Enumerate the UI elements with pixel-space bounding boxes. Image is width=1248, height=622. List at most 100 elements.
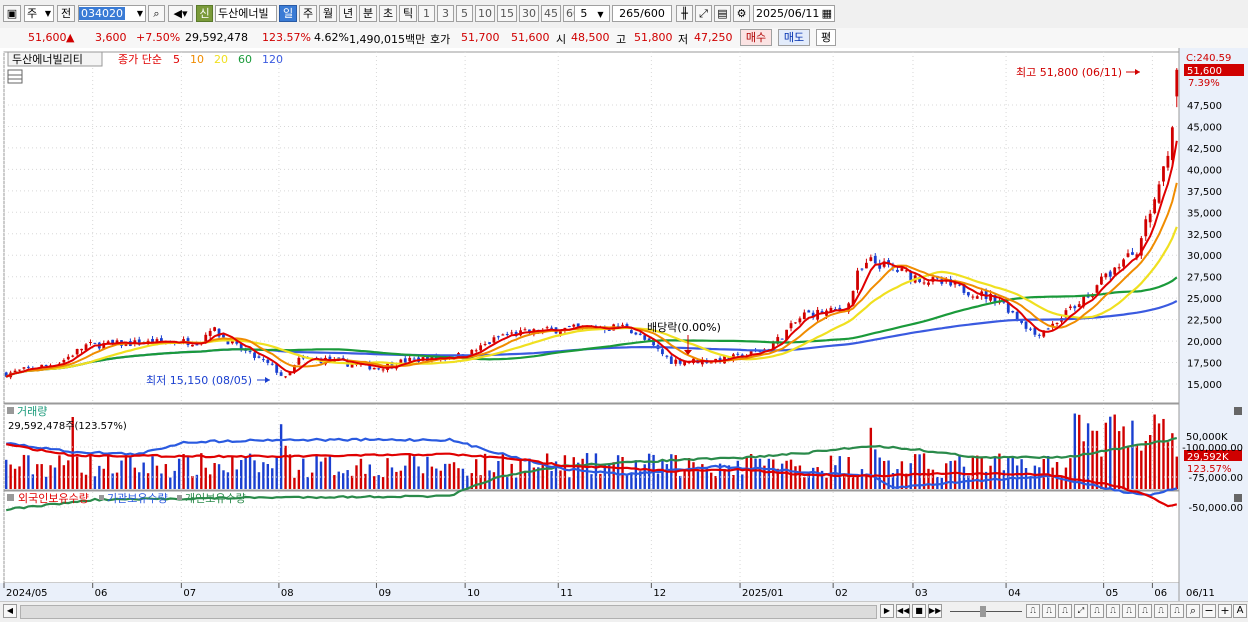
tool-icon[interactable]: ⎍ bbox=[1058, 604, 1072, 618]
period-2-button[interactable]: 월 bbox=[319, 5, 337, 22]
price-candle bbox=[381, 369, 385, 371]
forward-icon[interactable]: ▶▶ bbox=[928, 604, 942, 618]
volume-bar bbox=[545, 453, 549, 489]
tool-icon[interactable]: ⎍ bbox=[1090, 604, 1104, 618]
volume-bar bbox=[75, 456, 79, 489]
speaker-icon[interactable]: ◀▾ bbox=[168, 5, 193, 22]
zoom-out-icon[interactable]: − bbox=[1202, 604, 1216, 618]
save-icon[interactable]: ▤ bbox=[714, 5, 731, 22]
buy-button[interactable]: 매수 bbox=[740, 29, 772, 46]
price-candle bbox=[975, 296, 979, 299]
price-axis-label: 27,500 bbox=[1187, 273, 1222, 284]
volume-bar bbox=[106, 455, 110, 489]
tick-3-button[interactable]: 10 bbox=[475, 5, 495, 22]
volume-bar bbox=[878, 457, 881, 489]
view-count[interactable]: 265/600 bbox=[612, 5, 672, 22]
price-axis-label: 30,000 bbox=[1187, 251, 1222, 262]
gear-icon[interactable]: ⚙ bbox=[733, 5, 750, 22]
volume-bar bbox=[240, 460, 243, 489]
tick-1-button[interactable]: 3 bbox=[437, 5, 454, 22]
volume-bar bbox=[953, 460, 957, 489]
rewind-icon[interactable]: ◀◀ bbox=[896, 604, 910, 618]
period-3-button[interactable]: 년 bbox=[339, 5, 357, 22]
price-candle bbox=[191, 344, 194, 347]
candle-icon[interactable]: ╫ bbox=[676, 5, 693, 22]
tool-icon[interactable]: ⎍ bbox=[1154, 604, 1168, 618]
volume-bar bbox=[89, 455, 92, 489]
tool-icon[interactable]: ⤢ bbox=[1074, 604, 1088, 618]
tick-2-button[interactable]: 5 bbox=[456, 5, 473, 22]
zoom-icon[interactable]: ⌕ bbox=[1186, 604, 1200, 618]
volume-bar bbox=[333, 475, 336, 489]
volume-bar bbox=[1144, 440, 1147, 489]
zoom-in-icon[interactable]: + bbox=[1218, 604, 1232, 618]
price-candle bbox=[1122, 259, 1125, 267]
axis-top-label: C:240.59 bbox=[1186, 53, 1231, 64]
scroll-track[interactable] bbox=[20, 605, 877, 619]
volume-bar bbox=[825, 477, 828, 489]
scroll-right-icon[interactable]: ▶ bbox=[880, 604, 894, 618]
tool-icon[interactable]: ⎍ bbox=[1026, 604, 1040, 618]
tool-icon[interactable]: ⎍ bbox=[1106, 604, 1120, 618]
volume-bar bbox=[1122, 426, 1125, 489]
volume-bar bbox=[882, 460, 886, 489]
volume-bar bbox=[461, 468, 465, 489]
code-input[interactable]: 034020 ▼ bbox=[78, 5, 146, 22]
tick-0-button[interactable]: 1 bbox=[418, 5, 435, 22]
volume-bar bbox=[310, 472, 314, 489]
tick-count-select[interactable]: 5 ▼ bbox=[574, 5, 610, 22]
tool-icon[interactable]: ⎍ bbox=[1122, 604, 1136, 618]
period-5-button[interactable]: 초 bbox=[379, 5, 397, 22]
price-candle bbox=[1153, 199, 1157, 214]
tool-icon[interactable]: ⎍ bbox=[1138, 604, 1152, 618]
new-badge: 신 bbox=[196, 5, 213, 22]
volume-pane-title: 거래량 bbox=[17, 405, 47, 418]
tick-5-button[interactable]: 30 bbox=[519, 5, 539, 22]
price-candle bbox=[1104, 273, 1108, 278]
market-select[interactable]: 주 ▼ bbox=[24, 5, 54, 22]
prefix-button[interactable]: 전 bbox=[57, 5, 75, 22]
draw-icon[interactable]: ⤢ bbox=[695, 5, 712, 22]
tool-icon[interactable]: ⎍ bbox=[1170, 604, 1184, 618]
volume-bar bbox=[346, 470, 349, 489]
volume-bar bbox=[736, 460, 740, 489]
stop-icon[interactable]: ■ bbox=[912, 604, 926, 618]
volume-bar bbox=[293, 477, 296, 489]
price-candle bbox=[213, 327, 217, 331]
period-6-button[interactable]: 틱 bbox=[399, 5, 417, 22]
zoom-handle[interactable] bbox=[980, 606, 986, 617]
volume-bar bbox=[284, 445, 287, 489]
price-candle bbox=[1095, 285, 1099, 293]
volume-bar bbox=[244, 456, 247, 489]
stock-chart[interactable]: 2024/05 06 07 08 09 10 11 12 2025/01 02 03 04 05 06 06… bbox=[0, 48, 1248, 601]
layout-icon[interactable]: ▣ bbox=[3, 5, 21, 22]
price-candle bbox=[266, 359, 270, 363]
volume-bar bbox=[13, 468, 17, 489]
font-size-icon[interactable]: A bbox=[1233, 604, 1247, 618]
scroll-left-icon[interactable]: ◀ bbox=[3, 604, 17, 618]
tick-6-button[interactable]: 45 bbox=[541, 5, 561, 22]
volume-bar bbox=[373, 476, 376, 489]
tool-icon[interactable]: ⎍ bbox=[1042, 604, 1056, 618]
change-pct: +7.50% bbox=[136, 31, 181, 44]
volume-bar bbox=[710, 472, 713, 489]
period-0-button[interactable]: 일 bbox=[279, 5, 297, 22]
period-4-button[interactable]: 분 bbox=[359, 5, 377, 22]
volume-bar bbox=[1091, 430, 1094, 489]
high-label: 고 bbox=[616, 33, 627, 46]
zoom-slider[interactable] bbox=[950, 611, 1022, 612]
turnover-pct: 4.62% bbox=[314, 31, 349, 44]
price-candle bbox=[856, 270, 859, 290]
tick-4-button[interactable]: 15 bbox=[497, 5, 517, 22]
date-input[interactable]: 2025/06/11 ▦ bbox=[753, 5, 835, 22]
avg-button[interactable]: 평 bbox=[816, 29, 836, 46]
x-axis-label: 08 bbox=[281, 588, 294, 599]
period-1-button[interactable]: 주 bbox=[299, 5, 317, 22]
volume-bar bbox=[297, 469, 301, 489]
search-icon[interactable]: ⌕ bbox=[148, 5, 165, 22]
volume-bar bbox=[803, 477, 806, 489]
volume-bar bbox=[927, 468, 930, 489]
price-candle bbox=[1162, 166, 1165, 182]
sell-button[interactable]: 매도 bbox=[778, 29, 810, 46]
volume-bar bbox=[949, 461, 952, 489]
